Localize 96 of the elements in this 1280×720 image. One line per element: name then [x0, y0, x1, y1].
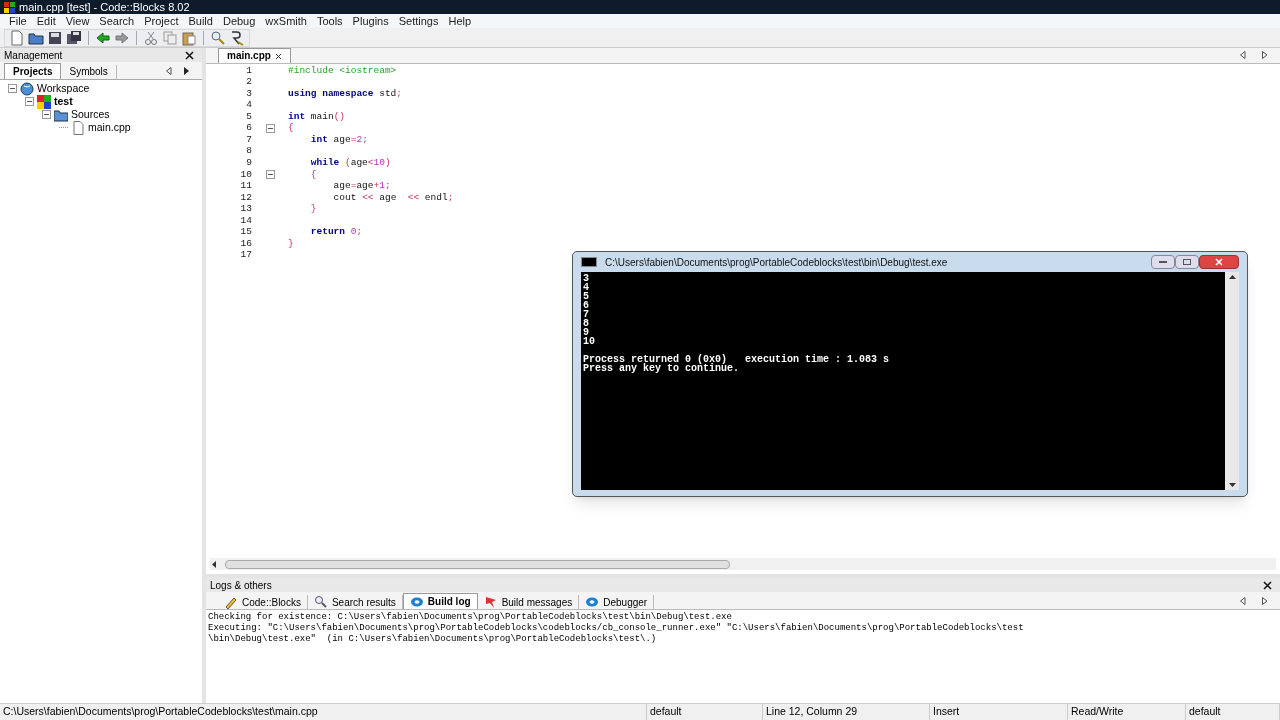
- close-icon[interactable]: [1263, 580, 1272, 590]
- console-line: 9: [583, 328, 589, 337]
- scroll-right-icon[interactable]: [1262, 51, 1268, 59]
- find-replace-icon[interactable]: [229, 29, 245, 46]
- code-line: while (age<10): [309, 156, 391, 170]
- close-icon[interactable]: [185, 50, 194, 60]
- collapse-toggle[interactable]: [8, 84, 17, 93]
- menu-item[interactable]: Debug: [217, 15, 261, 27]
- menu-item[interactable]: Tools: [311, 15, 348, 27]
- menu-item[interactable]: Project: [139, 15, 184, 27]
- scroll-left-icon[interactable]: [212, 560, 217, 568]
- code-line: }: [309, 202, 317, 217]
- status-text: C:\Users\fabien\Documents\prog\PortableCodeblocks\test\main.cpp: [3, 704, 318, 720]
- scroll-down-icon[interactable]: [1228, 483, 1236, 487]
- status-text: Line 12, Column 29: [766, 704, 858, 720]
- tab[interactable]: Build log: [402, 593, 478, 609]
- scrollbar-thumb[interactable]: [225, 559, 730, 569]
- menu-item[interactable]: wxSmith: [260, 15, 312, 27]
- project-icon: [37, 94, 51, 109]
- menu-item[interactable]: Help: [443, 15, 477, 27]
- code-line: int main(): [288, 109, 346, 123]
- fold-toggle[interactable]: [265, 170, 275, 180]
- scroll-left-icon[interactable]: [1240, 596, 1246, 605]
- app-icon: [4, 1, 15, 13]
- code-line: int age=2;: [309, 132, 368, 147]
- scissors-icon[interactable]: [143, 29, 159, 46]
- globe-icon: [20, 81, 34, 96]
- close-icon: [1215, 258, 1223, 266]
- status-text: default: [1189, 704, 1221, 720]
- save-icon[interactable]: [47, 29, 63, 46]
- code-line: }: [288, 236, 294, 251]
- menu-item[interactable]: View: [60, 15, 95, 27]
- folder-icon: [54, 107, 68, 122]
- window-title: main.cpp [test] - Code::Blocks 8.02: [19, 1, 190, 13]
- code-line: return 0;: [309, 225, 363, 240]
- panel-title: Logs & others: [210, 578, 272, 593]
- scroll-left-icon[interactable]: [166, 66, 172, 75]
- console-line: 10: [583, 337, 595, 346]
- code-line: {: [288, 121, 294, 136]
- menu-item[interactable]: File: [4, 15, 32, 27]
- tab[interactable]: Build messages: [477, 595, 580, 609]
- file-tab[interactable]: main.cpp: [218, 48, 291, 63]
- console-line: 4: [583, 283, 589, 292]
- collapse-toggle[interactable]: [42, 110, 51, 119]
- line-number: 8: [245, 144, 252, 159]
- close-button[interactable]: [1199, 255, 1239, 269]
- maximize-button[interactable]: [1175, 255, 1199, 269]
- line-number: 1: [245, 63, 252, 78]
- log-line: Checking for existence: C:\Users\fabien\Documents\prog\PortableCodeblocks\test\bin\Debug\test.exe: [208, 612, 733, 623]
- minimize-button[interactable]: [1151, 255, 1175, 269]
- status-text: Read/Write: [1071, 704, 1124, 720]
- window-title: C:\Users\fabien\Documents\prog\PortableCodeblocks\test\bin\Debug\test.exe: [605, 255, 948, 270]
- menu-item[interactable]: Build: [183, 15, 218, 27]
- fold-toggle[interactable]: [265, 124, 275, 133]
- scroll-right-icon[interactable]: [184, 66, 190, 75]
- save-all-icon[interactable]: [66, 29, 82, 46]
- pencil-icon: [224, 595, 238, 609]
- tab[interactable]: Projects: [4, 63, 62, 79]
- console-line: 7: [583, 310, 589, 319]
- menu-item[interactable]: Edit: [31, 15, 61, 27]
- vertical-scrollbar[interactable]: [1225, 272, 1239, 490]
- console-line: 6: [583, 301, 589, 310]
- clipboard-icon[interactable]: [181, 29, 197, 46]
- code-line: using namespace std;: [288, 86, 403, 101]
- collapse-toggle[interactable]: [25, 97, 34, 106]
- scroll-up-icon[interactable]: [1228, 275, 1236, 279]
- status-text: default: [650, 704, 682, 720]
- tab[interactable]: Symbols: [61, 65, 117, 79]
- line-number: 17: [239, 248, 252, 263]
- code-line: {: [309, 167, 317, 182]
- menu-item[interactable]: Settings: [393, 15, 444, 27]
- panel-title: Management: [4, 48, 63, 63]
- console-line: 8: [583, 319, 589, 328]
- console-line: Press any key to continue.: [583, 364, 740, 373]
- code-line: #include <iostream>: [288, 63, 397, 78]
- scroll-right-icon[interactable]: [1262, 596, 1268, 605]
- tab[interactable]: Search results: [307, 595, 403, 609]
- menu-item[interactable]: Plugins: [347, 15, 394, 27]
- scroll-left-icon[interactable]: [1240, 51, 1246, 59]
- log-line: \bin\Debug\test.exe" (in C:\Users\fabien\Documents\prog\PortableCodeblocks\test\.): [208, 634, 658, 645]
- console-line: Process returned 0 (0x0) execution time : 1.083 s: [583, 355, 890, 364]
- console-line: 3: [583, 274, 589, 283]
- close-icon[interactable]: [274, 52, 282, 60]
- flag-icon: [483, 595, 498, 609]
- console-icon: [581, 257, 597, 267]
- tab[interactable]: Debugger: [579, 595, 655, 609]
- console-line: 5: [583, 292, 589, 301]
- log-line: Executing: "C:\Users\fabien\Documents\prog\PortableCodeblocks\codeblocks/cb_console_runner.exe" "C:\Users\fabien\Documents\prog\PortableCodeblocks\test: [208, 623, 1025, 634]
- file-icon: [71, 120, 85, 135]
- search-icon[interactable]: [210, 29, 226, 46]
- horizontal-scrollbar[interactable]: [210, 558, 1276, 570]
- redo-arrow-icon[interactable]: [114, 29, 130, 46]
- status-text: Insert: [933, 704, 960, 720]
- undo-arrow-icon[interactable]: [95, 29, 111, 46]
- menu-item[interactable]: Search: [94, 15, 140, 27]
- tab[interactable]: Code::Blocks: [218, 595, 308, 609]
